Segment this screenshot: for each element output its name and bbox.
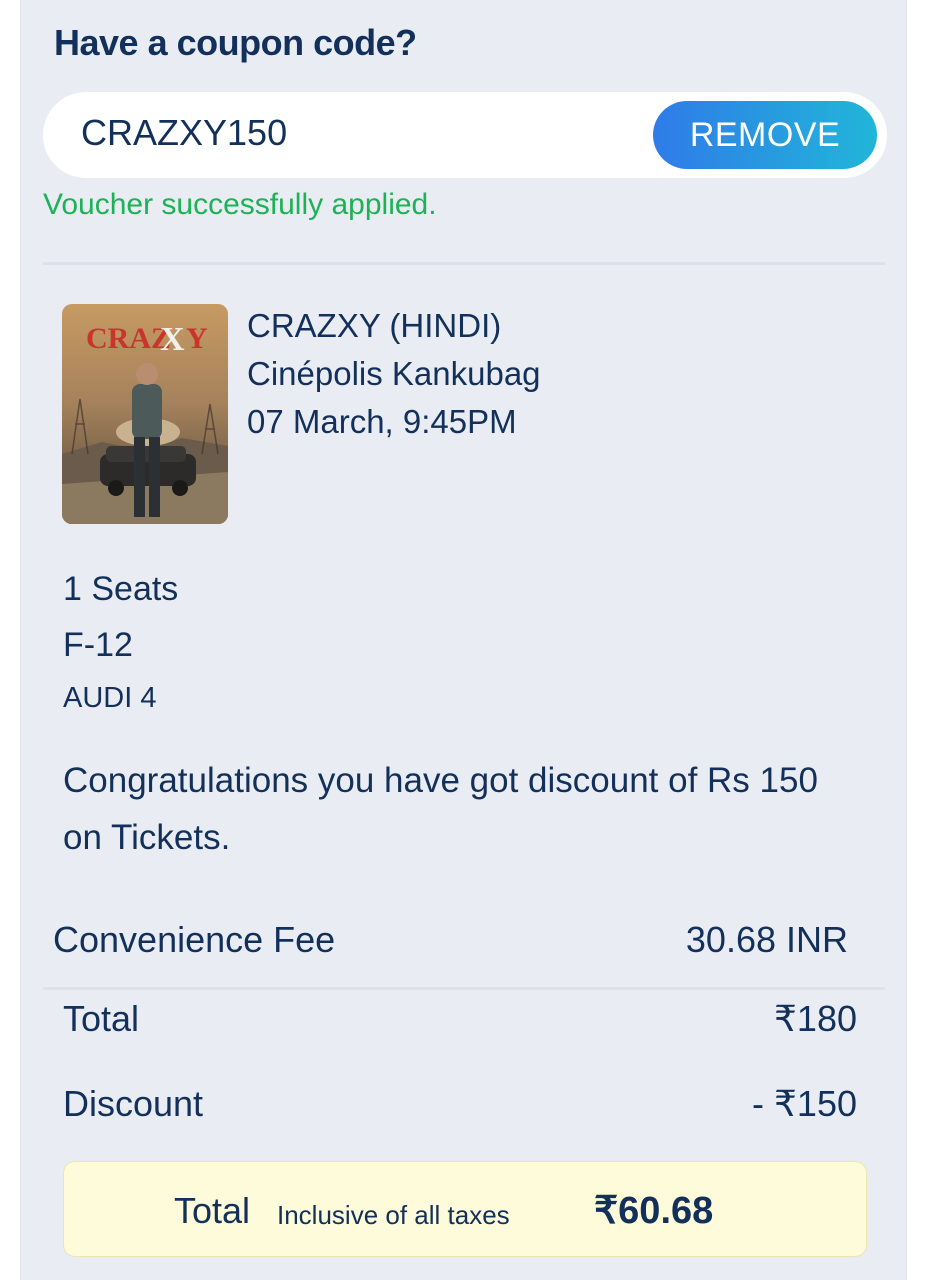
movie-info: CRAZXY (HINDI) Cinépolis Kankubag 07 Mar… [247,302,541,446]
svg-text:X: X [160,321,185,358]
booking-summary-card: Have a coupon code? REMOVE Voucher succe… [20,0,907,1280]
coupon-heading: Have a coupon code? [54,22,417,63]
divider [43,262,885,265]
svg-text:CRAZ: CRAZ [86,322,171,355]
coupon-code-input[interactable] [81,112,601,154]
convenience-fee-label: Convenience Fee [53,919,336,960]
svg-text:Y: Y [186,322,208,355]
showtime: 07 March, 9:45PM [247,403,517,440]
audi-number: AUDI 4 [63,682,157,714]
taxes-note: Inclusive of all taxes [277,1200,510,1230]
movie-poster: CRAZ X Y [62,304,228,524]
discount-congrats-message: Congratulations you have got discount of… [63,761,818,857]
voucher-success-message: Voucher successfully applied. [43,188,437,221]
grand-total-label: Total [174,1190,251,1231]
divider [43,987,885,990]
seat-count: 1 Seats [63,570,179,608]
grand-total-value: ₹60.68 [594,1190,714,1232]
total-value: ₹180 [774,998,857,1039]
cinema-name: Cinépolis Kankubag [247,355,541,392]
seat-number: F-12 [63,626,133,664]
total-label: Total [63,998,140,1039]
coupon-field: REMOVE [43,92,887,178]
movie-title: CRAZXY (HINDI) [247,307,502,344]
discount-value: - ₹150 [752,1083,857,1124]
convenience-fee-value: 30.68 INR [685,919,848,960]
remove-coupon-button[interactable]: REMOVE [653,101,877,169]
discount-label: Discount [63,1083,204,1124]
grand-total-box: Total Inclusive of all taxes ₹60.68 [63,1161,867,1257]
